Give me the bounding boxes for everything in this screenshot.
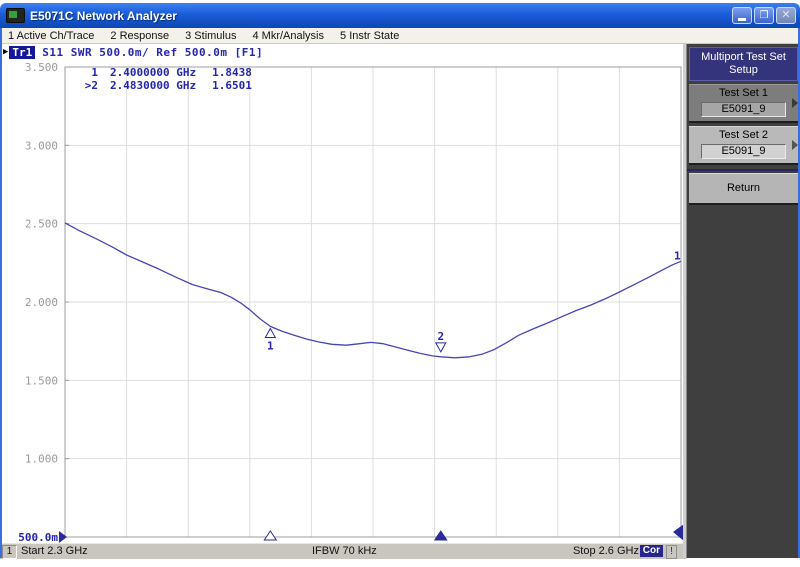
alert-indicator: ! xyxy=(666,545,677,559)
softkey-label: Test Set 1 xyxy=(719,87,768,99)
app-window: E5071C Network Analyzer ❐ ✕ 1 Active Ch/… xyxy=(0,0,800,567)
correction-status-badge: Cor xyxy=(639,545,663,557)
marker-value: 1.8438 xyxy=(212,66,252,79)
plot-frame xyxy=(64,66,682,538)
trace-status-bar: ▶ Tr1 S11 SWR 500.0m/ Ref 500.0m [F1] xyxy=(3,45,263,59)
trace-descriptor[interactable]: S11 SWR 500.0m/ Ref 500.0m [F1] xyxy=(42,46,263,59)
softkey-label: Test Set 2 xyxy=(719,129,768,141)
softkey-menu-title: Multiport Test Set Setup xyxy=(689,47,798,81)
y-axis-tick-label: 2.000 xyxy=(25,296,58,309)
y-axis-tick-label: 3.500 xyxy=(25,61,58,74)
menu-item-1[interactable]: 1 Active Ch/Trace xyxy=(0,30,102,42)
marker-2-number: 2 xyxy=(437,330,444,343)
menu-bar: 1 Active Ch/Trace 2 Response 3 Stimulus 4 M… xyxy=(0,28,800,44)
marker-stimulus: 2.4830000 GHz xyxy=(110,79,197,92)
marker-readout-row-2: >2 2.4830000 GHz 1.6501 xyxy=(76,79,252,92)
marker-2-stimulus-indicator-icon[interactable] xyxy=(433,530,448,541)
menu-item-3[interactable]: 3 Stimulus xyxy=(177,30,244,42)
marker-stimulus: 2.4000000 GHz xyxy=(110,66,197,79)
marker-2-symbol[interactable] xyxy=(434,342,447,353)
minimize-button[interactable] xyxy=(732,7,752,24)
menu-item-5[interactable]: 5 Instr State xyxy=(332,30,407,42)
y-axis-tick-label: 2.500 xyxy=(25,218,58,231)
softkey-value: E5091_9 xyxy=(701,102,786,117)
marker-number: 1 xyxy=(91,66,98,79)
window-border-left xyxy=(0,26,2,558)
start-frequency-label: Start 2.3 GHz xyxy=(21,545,88,557)
title-bar[interactable]: E5071C Network Analyzer ❐ ✕ xyxy=(0,3,800,28)
softkey-return-button[interactable]: Return xyxy=(689,173,798,205)
y-axis-tick-label: 1.500 xyxy=(25,374,58,387)
stop-frequency-label: Stop 2.6 GHz xyxy=(572,545,639,557)
ifbw-label: IFBW 70 kHz xyxy=(312,545,377,557)
channel-number-badge: 1 xyxy=(2,545,17,559)
status-bar: 1 Start 2.3 GHz IFBW 70 kHz Stop 2.6 GHz… xyxy=(0,543,687,559)
trace-end-number: 1 xyxy=(674,249,681,262)
softkey-separator xyxy=(687,169,800,171)
menu-item-2[interactable]: 2 Response xyxy=(102,30,177,42)
softkey-menu: Multiport Test Set Setup Test Set 1 E5091… xyxy=(687,43,800,558)
marker-1-symbol[interactable] xyxy=(264,327,277,338)
app-icon xyxy=(6,8,25,23)
window-title: E5071C Network Analyzer xyxy=(30,8,177,23)
swr-trace xyxy=(64,222,682,359)
softkey-test-set-2-button[interactable]: Test Set 2 E5091_9 xyxy=(689,126,798,165)
softkey-test-set-1-button[interactable]: Test Set 1 E5091_9 xyxy=(689,84,798,123)
marker-readout: 1 2.4000000 GHz 1.8438 >2 2.4830000 GHz 1.650… xyxy=(76,66,252,92)
marker-number: >2 xyxy=(84,79,98,92)
softkey-list: Test Set 1 E5091_9 Test Set 2 E5091_9 Return xyxy=(687,84,800,205)
trace-name-badge[interactable]: Tr1 xyxy=(9,45,36,59)
reference-level-marker-icon xyxy=(59,531,67,543)
close-button[interactable]: ✕ xyxy=(776,7,796,24)
marker-readout-row-1: 1 2.4000000 GHz 1.8438 xyxy=(76,66,252,79)
restore-button[interactable]: ❐ xyxy=(754,7,774,24)
active-trace-indicator-icon: ▶ xyxy=(3,47,9,57)
softkey-label: Return xyxy=(726,182,761,194)
softkey-value: E5091_9 xyxy=(701,144,786,159)
marker-1-stimulus-indicator-icon[interactable] xyxy=(263,530,278,541)
marker-value: 1.6501 xyxy=(212,79,252,92)
y-axis-tick-label: 1.000 xyxy=(25,453,58,466)
menu-item-4[interactable]: 4 Mkr/Analysis xyxy=(244,30,332,42)
y-axis-tick-label: 3.000 xyxy=(25,139,58,152)
marker-1-number: 1 xyxy=(267,339,274,352)
minimize-icon xyxy=(738,18,746,21)
